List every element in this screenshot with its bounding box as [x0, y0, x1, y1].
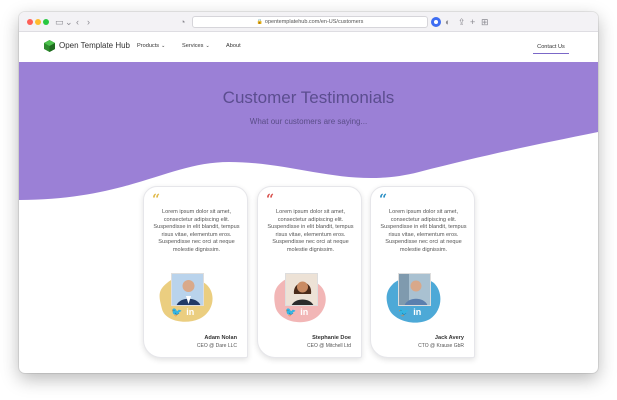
- social-links: 🐦 in: [171, 307, 198, 318]
- testimonial-card: “ Lorem ipsum dolor sit amet, consectetu…: [370, 186, 475, 358]
- social-links: 🐦 in: [285, 307, 312, 318]
- linkedin-icon[interactable]: in: [300, 307, 308, 317]
- address-bar[interactable]: 🔒 opentemplatehub.com/en-US/customers: [192, 16, 428, 28]
- browser-window: ▭ ⌄ ‹ › ◔ 🔒 opentemplatehub.com/en-US/cus…: [19, 12, 598, 373]
- maximize-window-button[interactable]: [43, 19, 49, 25]
- testimonial-text: Lorem ipsum dolor sit amet, consectetur …: [380, 209, 467, 253]
- testimonial-text: Lorem ipsum dolor sit amet, consectetur …: [153, 209, 240, 253]
- forward-arrow-icon[interactable]: ›: [87, 16, 90, 28]
- chevron-down-icon: ⌄: [205, 43, 210, 49]
- quote-icon: “: [379, 192, 388, 208]
- person-photo: [172, 274, 203, 305]
- quote-icon: “: [266, 192, 275, 208]
- person-photo: [286, 274, 317, 305]
- brand-name[interactable]: Open Template Hub: [59, 41, 130, 50]
- nav-item-services[interactable]: Services ⌄: [182, 43, 210, 49]
- page-title: Customer Testimonials: [222, 88, 395, 107]
- privacy-shield-icon[interactable]: ◔: [180, 16, 185, 28]
- sidebar-toggle-icon[interactable]: ▭: [55, 16, 64, 28]
- chevron-down-icon: ⌄: [161, 43, 166, 49]
- person-name: Stephanie Doe: [312, 335, 351, 341]
- nav-item-label: Services: [182, 43, 204, 49]
- extension-icon[interactable]: [431, 17, 441, 27]
- nav-item-about[interactable]: About: [226, 43, 241, 49]
- nav-item-products[interactable]: Products ⌄: [137, 43, 165, 49]
- person-role: CTO @ Krause GbR: [418, 343, 464, 349]
- linkedin-icon[interactable]: in: [186, 307, 194, 317]
- lock-icon: 🔒: [256, 19, 263, 25]
- person-photo: [399, 274, 430, 305]
- testimonial-text: Lorem ipsum dolor sit amet, consectetur …: [267, 209, 354, 253]
- twitter-icon[interactable]: 🐦: [285, 307, 296, 317]
- close-window-button[interactable]: [27, 19, 33, 25]
- minimize-window-button[interactable]: [35, 19, 41, 25]
- social-links: 🐦 in: [398, 307, 425, 318]
- person-role: CEO @ Mitchell Ltd: [307, 343, 351, 349]
- twitter-icon[interactable]: 🐦: [171, 307, 182, 317]
- nav-item-label: About: [226, 43, 241, 49]
- person-name: Adam Nolan: [204, 335, 237, 341]
- back-arrow-icon[interactable]: ‹: [76, 16, 79, 28]
- browser-toolbar: ▭ ⌄ ‹ › ◔ 🔒 opentemplatehub.com/en-US/cus…: [19, 12, 598, 32]
- chevron-down-icon[interactable]: ⌄: [65, 16, 73, 28]
- testimonial-card: “ Lorem ipsum dolor sit amet, consectetu…: [257, 186, 362, 358]
- twitter-icon[interactable]: 🐦: [398, 307, 409, 317]
- url-text: opentemplatehub.com/en-US/customers: [264, 19, 364, 25]
- testimonial-card: “ Lorem ipsum dolor sit amet, consectetu…: [143, 186, 248, 358]
- tab-overview-icon[interactable]: ⊞: [481, 16, 489, 28]
- avatar: [398, 273, 431, 306]
- page-subtitle: What our customers are saying...: [249, 117, 368, 126]
- brand-logo-icon[interactable]: [44, 40, 55, 52]
- avatar: [285, 273, 318, 306]
- avatar: [171, 273, 204, 306]
- person-role: CEO @ Dare LLC: [196, 343, 237, 349]
- new-tab-icon[interactable]: +: [470, 16, 475, 28]
- site-navbar: Open Template Hub Products ⌄ Services ⌄ Ab…: [19, 32, 598, 62]
- person-name: Jack Avery: [434, 335, 464, 341]
- nav-item-label: Products: [137, 43, 160, 49]
- theme-toggle-icon[interactable]: ◐: [445, 16, 450, 28]
- contact-us-link[interactable]: Contact Us: [533, 42, 569, 54]
- share-icon[interactable]: ⇪: [458, 16, 466, 28]
- linkedin-icon[interactable]: in: [413, 307, 421, 317]
- quote-icon: “: [152, 192, 161, 208]
